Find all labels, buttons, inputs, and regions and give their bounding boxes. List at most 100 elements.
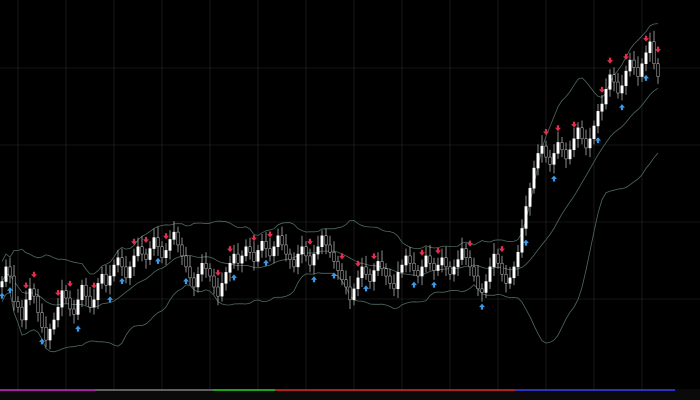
candle-body: [644, 52, 648, 64]
candle-body: [568, 149, 572, 160]
candle-body: [320, 235, 324, 248]
session-color-bar: [213, 389, 275, 391]
candle-body: [8, 266, 12, 277]
candle-body: [176, 231, 180, 246]
session-color-bar: [95, 389, 213, 391]
candle-body: [0, 281, 4, 288]
candle-body: [168, 239, 172, 251]
candle-body: [380, 261, 384, 269]
candle-body: [108, 275, 112, 286]
sell-arrow-icon: [31, 271, 37, 278]
candle-body: [416, 270, 420, 277]
candle-body: [452, 266, 456, 275]
candle-body: [504, 273, 508, 284]
candle-body: [156, 237, 160, 248]
candle-body: [236, 253, 240, 264]
candle-body: [84, 284, 88, 297]
candle-body: [244, 246, 248, 257]
candle-body: [276, 235, 280, 248]
candle-body: [340, 270, 344, 280]
candle-body: [188, 266, 192, 279]
sell-arrow-icon: [435, 247, 441, 254]
candle-body: [596, 111, 600, 127]
sell-arrow-icon: [67, 280, 73, 287]
session-color-bar: [275, 389, 515, 391]
candle-body: [412, 262, 416, 271]
candle-body: [52, 319, 56, 330]
candle-body: [88, 295, 92, 308]
candle-body: [264, 241, 268, 249]
candle-body: [496, 253, 500, 264]
sell-arrow-icon: [599, 86, 605, 93]
candle-body: [428, 255, 432, 264]
candle-body: [12, 275, 16, 302]
candle-body: [572, 138, 576, 151]
candle-body: [360, 266, 364, 279]
candle-body: [616, 81, 620, 94]
candle-body: [600, 103, 604, 112]
candle-body: [260, 241, 264, 251]
candle-body: [120, 257, 124, 268]
candle-body: [204, 262, 208, 269]
candle-body: [328, 244, 332, 253]
candle-body: [300, 246, 304, 255]
candle-body: [480, 288, 484, 293]
candle-body: [364, 266, 368, 275]
bollinger-bands: [1, 23, 659, 353]
candle-body: [184, 255, 188, 268]
sell-arrow-icon: [607, 57, 613, 64]
candle-body: [48, 328, 52, 341]
sell-arrow-icon: [555, 125, 561, 132]
candle-body: [172, 231, 176, 240]
sell-arrow-icon: [655, 46, 661, 53]
sell-arrow-icon: [543, 128, 549, 135]
candle-body: [460, 248, 464, 260]
candle-body: [604, 89, 608, 105]
buy-arrow-icon: [7, 287, 13, 294]
chart-root: [0, 0, 700, 400]
candle-body: [544, 145, 548, 158]
sell-arrow-icon: [23, 282, 29, 289]
candle-body: [224, 272, 228, 284]
candle-body: [588, 138, 592, 149]
candle-body: [512, 266, 516, 279]
candle-body: [100, 273, 104, 284]
candle-body: [516, 251, 520, 268]
candle-body: [384, 268, 388, 277]
candle-body: [192, 277, 196, 288]
candle-body: [584, 138, 588, 149]
sell-arrow-icon: [339, 253, 345, 260]
buy-arrow-icon: [595, 137, 601, 144]
candle-body: [324, 235, 328, 246]
candle-body: [540, 145, 544, 154]
candle-body: [356, 277, 360, 290]
candle-body: [388, 275, 392, 284]
candle-body: [528, 187, 532, 207]
sell-arrow-icon: [571, 121, 577, 128]
candle-body: [336, 261, 340, 271]
chart-canvas[interactable]: [0, 0, 700, 400]
candle-body: [112, 264, 116, 277]
candle-body: [580, 127, 584, 140]
candle-body: [196, 273, 200, 288]
candle-body: [284, 244, 288, 255]
session-color-bar: [515, 389, 675, 391]
candle-body: [80, 284, 84, 301]
candle-body: [232, 253, 236, 264]
candle-body: [248, 246, 252, 253]
candle-body: [440, 257, 444, 266]
buy-arrow-icon: [183, 278, 189, 285]
candle-body: [624, 70, 628, 86]
buy-arrow-icon: [263, 259, 269, 266]
candle-body: [252, 251, 256, 262]
grid-layer: [0, 0, 700, 390]
candle-body: [140, 246, 144, 255]
candle-body: [648, 41, 652, 54]
buy-arrow-icon: [155, 257, 161, 264]
candle-body: [316, 246, 320, 255]
candle-body: [468, 257, 472, 268]
sell-arrow-icon: [131, 238, 137, 245]
candle-body: [448, 266, 452, 275]
buy-arrow-icon: [431, 281, 437, 288]
candle-body: [92, 299, 96, 308]
